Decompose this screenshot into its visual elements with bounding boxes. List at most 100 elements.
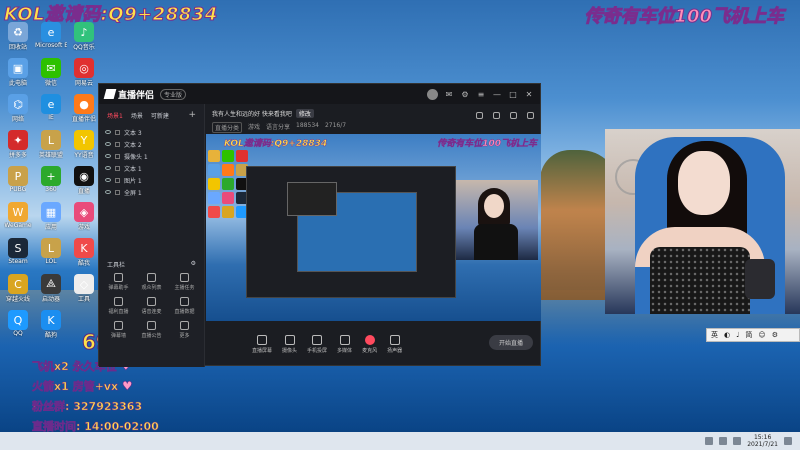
scene-item[interactable]: 摄像头 1 [105,150,198,162]
tray-ime-icon[interactable] [733,437,742,445]
desktop-icon[interactable]: Q QQ [2,310,34,344]
checkbox[interactable] [115,153,120,159]
desktop-icon[interactable]: K 酷狗 [35,310,67,344]
yy-icon: Y [74,130,94,150]
cf-icon: C [8,274,28,294]
start-live-button[interactable]: 开始直播 [488,335,533,350]
tool-button[interactable]: 直播公告 [136,321,167,339]
stream-preview[interactable]: KOL邀请码:Q9+28834 传奇有车位100飞机上车 [206,134,541,321]
settings-icon[interactable]: ⚙ [460,89,470,99]
eye-icon[interactable] [105,190,111,194]
screen-source-button[interactable]: 直播屏幕 [252,334,272,354]
desktop-icon[interactable]: eMicrosoft Edge [35,22,67,56]
tray-network-icon[interactable] [705,437,714,445]
tab-scene[interactable]: 场景 [131,111,143,120]
eye-icon[interactable] [105,178,111,182]
tool-button[interactable]: 观众列表 [136,273,167,291]
ime-item[interactable]: ☺ [758,331,765,339]
microphone-icon [364,334,375,345]
ime-toolbar[interactable]: 英 ◐ ♩ 简 ☺ ⚙ [706,328,800,342]
desktop-icon[interactable]: Y YY语音 [68,130,100,164]
settings-gear-icon[interactable] [527,112,534,119]
tool-button[interactable]: 主播任务 [169,273,200,291]
ime-item[interactable]: 简 [745,330,752,340]
tool-button[interactable]: 弹幕助手 [103,273,134,291]
stats-icon[interactable] [493,112,500,119]
desktop-icon[interactable]: ◉ 直播 [68,166,100,200]
notification-icon[interactable] [784,437,792,445]
minimize-icon[interactable]: — [492,89,502,99]
desktop-icon[interactable]: ✦ 拼多多 [2,130,34,164]
desktop-icon[interactable]: L 英雄联盟 [35,130,67,164]
eye-icon[interactable] [105,154,111,158]
desktop-icon[interactable]: +360 [35,166,67,200]
ime-item[interactable]: ⚙ [772,331,778,339]
checkbox[interactable] [115,141,120,147]
mic-button[interactable]: 麦克风 [362,334,377,354]
tool-button[interactable]: 福利直播 [103,297,134,315]
desktop-icon[interactable]: ✉ 微信 [35,58,67,92]
scene-panel: 场景1 场景 可新建 + 文本 3 文本 2 摄像头 1 文本 1 图片 1 全屏 1 工… [99,104,205,367]
phone-source-button[interactable]: 手机投屏 [307,334,327,354]
tool-button[interactable]: 更多 [169,321,200,339]
add-scene-icon[interactable]: + [188,110,196,120]
tray-volume-icon[interactable] [719,437,728,445]
eye-icon[interactable] [105,166,111,170]
tools-settings-icon[interactable]: ⚙ [191,260,196,269]
scene-item[interactable]: 图片 1 [105,174,198,186]
maximize-icon[interactable]: □ [508,89,518,99]
checkbox[interactable] [115,177,120,183]
ime-item[interactable]: 英 [711,330,718,340]
room-meta-item[interactable]: 游戏 [248,122,260,133]
taskbar-clock[interactable]: 15:16 2021/7/21 [747,434,778,448]
eye-icon[interactable] [105,130,111,134]
notify-icon[interactable] [510,112,517,119]
desktop-icon[interactable]: ⌬ 网络 [2,94,34,128]
checkbox[interactable] [115,165,120,171]
speaker-button[interactable]: 扬声器 [387,334,402,354]
tool-button[interactable]: 语音连麦 [136,297,167,315]
scene-item[interactable]: 文本 1 [105,162,198,174]
desktop-icon[interactable]: P PUBG [2,166,34,200]
desktop-icon[interactable]: ♪ QQ音乐 [68,22,100,56]
desktop-icon[interactable]: L LOL [35,238,67,272]
recycle-bin-icon: ♻ [8,22,28,42]
qq-icon: Q [8,310,28,330]
edition-badge[interactable]: 专业版 [160,88,187,100]
tab-new[interactable]: 可新建 [151,111,169,120]
scene-label: 文本 3 [124,129,142,137]
checkbox[interactable] [115,189,120,195]
camera-source-button[interactable]: 摄像头 [282,334,297,354]
room-meta-item[interactable]: 直播分类 [212,122,243,133]
media-source-button[interactable]: 多媒体 [337,334,352,354]
desktop-icon[interactable]: e IE [35,94,67,128]
desktop-icon[interactable]: S Steam [2,238,34,272]
tool-button[interactable]: 弹幕墙 [103,321,134,339]
desktop-icon[interactable]: ● 直播伴侣 [68,94,100,128]
desktop-icon[interactable]: ♻ 回收站 [2,22,34,56]
avatar[interactable] [427,88,438,100]
scene-item[interactable]: 文本 2 [105,138,198,150]
desktop-icon[interactable]: ▣ 此电脑 [2,58,34,92]
ime-item[interactable]: ◐ [724,331,730,339]
ime-item[interactable]: ♩ [736,331,739,339]
desktop-icon[interactable]: ◈ 游戏 [68,202,100,236]
desktop-icon[interactable]: W WeGame [2,202,34,236]
desktop-icon[interactable]: ◇ 工具 [68,274,100,308]
desktop-icon[interactable]: ⟁ 启动器 [35,274,67,308]
desktop-icon[interactable]: K 酷我 [68,238,100,272]
tool-button[interactable]: 直播数据 [169,297,200,315]
desktop-icon[interactable]: ▦ 应用 [35,202,67,236]
room-edit-button[interactable]: 修改 [295,109,314,118]
desktop-icon[interactable]: ◎ 网易云 [68,58,100,92]
share-icon[interactable] [476,112,483,119]
checkbox[interactable] [115,129,120,135]
scene-item[interactable]: 文本 3 [105,126,198,138]
tab-scene-1[interactable]: 场景1 [107,111,123,120]
eye-icon[interactable] [105,142,111,146]
scene-item[interactable]: 全屏 1 [105,186,198,198]
menu-icon[interactable]: ≡ [476,89,486,99]
mail-icon[interactable]: ✉ [444,89,454,99]
close-icon[interactable]: ✕ [524,89,534,99]
desktop-icon[interactable]: C 穿越火线 [2,274,34,308]
